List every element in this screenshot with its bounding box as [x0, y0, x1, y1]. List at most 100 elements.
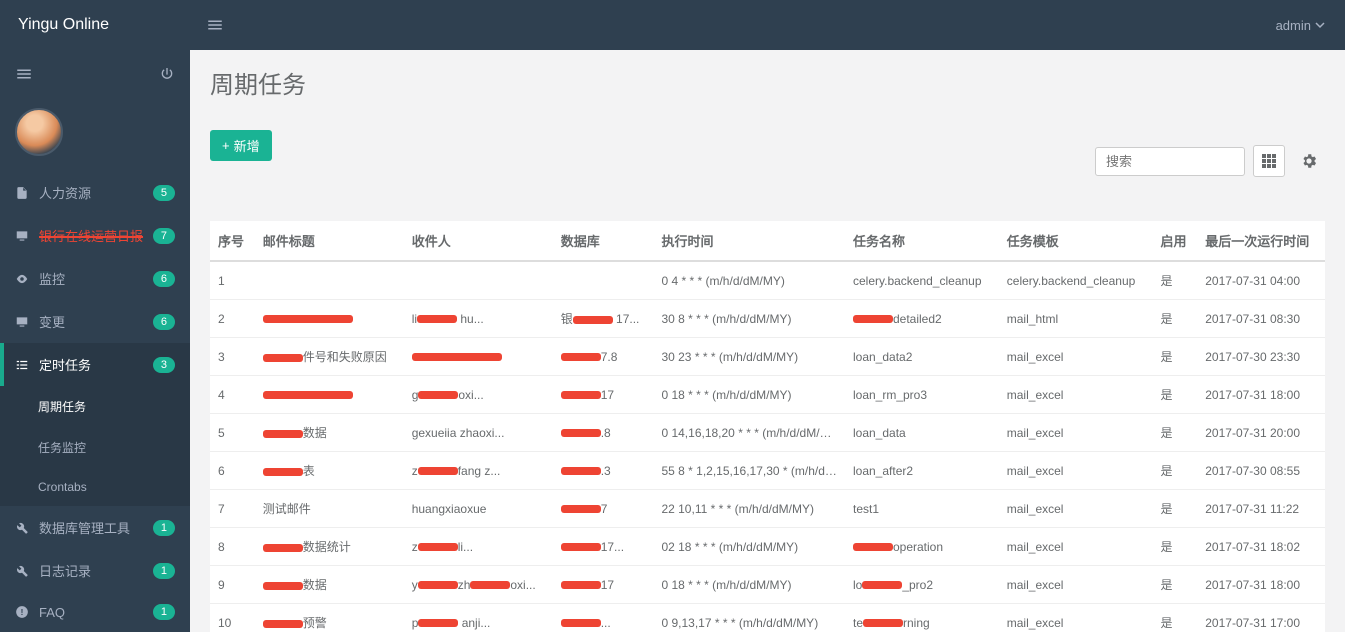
- table-cell: 数据统计: [255, 528, 404, 566]
- sidebar-item-badge: 3: [153, 357, 175, 373]
- table-cell: 30 23 * * * (m/h/d/dM/MY): [653, 338, 845, 376]
- column-header-8[interactable]: 最后一次运行时间: [1197, 221, 1325, 261]
- table-cell: 测试邮件: [255, 490, 404, 528]
- sidebar-item-label: 人力资源: [39, 183, 153, 202]
- table-cell: gexueiia zhaoxi...: [404, 414, 553, 452]
- sidebar-item-label: FAQ: [39, 605, 153, 620]
- monitor-icon: [15, 315, 31, 329]
- table-cell: 是: [1153, 376, 1198, 414]
- column-header-6[interactable]: 任务模板: [999, 221, 1153, 261]
- table-row[interactable]: 1 0 4 * * * (m/h/d/dM/MY) celery.backend_c…: [210, 261, 1325, 300]
- table-row[interactable]: 6表zfang z....355 8 * 1,2,15,16,17,30 * (…: [210, 452, 1325, 490]
- table-cell: test1: [845, 490, 999, 528]
- table-row[interactable]: 7测试邮件huangxiaoxue722 10,11 * * * (m/h/d/…: [210, 490, 1325, 528]
- sidebar-item-6[interactable]: 日志记录1: [0, 549, 190, 592]
- sidebar-item-4[interactable]: 定时任务3: [0, 343, 190, 386]
- table-cell: p anji...: [404, 604, 553, 632]
- table-cell: 6: [210, 452, 255, 490]
- table-cell: 2017-07-30 08:55: [1197, 452, 1325, 490]
- sidebar-item-badge: 7: [153, 228, 175, 244]
- power-icon[interactable]: [159, 66, 175, 82]
- monitor-icon: [15, 229, 31, 243]
- table-cell: 是: [1153, 528, 1198, 566]
- top-navbar: Yingu Online admin: [0, 0, 1345, 50]
- table-cell: lo_pro2: [845, 566, 999, 604]
- table-cell: mail_excel: [999, 452, 1153, 490]
- sidebar-subitem-0[interactable]: 周期任务: [0, 386, 190, 427]
- table-cell: 预警: [255, 604, 404, 632]
- table-cell: 数据: [255, 566, 404, 604]
- table-cell: 2017-07-31 11:22: [1197, 490, 1325, 528]
- table-cell: 3: [210, 338, 255, 376]
- add-button[interactable]: + 新增: [210, 130, 272, 161]
- table-cell: ...: [553, 604, 654, 632]
- sidebar-item-badge: 6: [153, 271, 175, 287]
- table-cell: goxi...: [404, 376, 553, 414]
- table-row[interactable]: 9数据yzhoxi...170 18 * * * (m/h/d/dM/MY)lo…: [210, 566, 1325, 604]
- table-cell: 银 17...: [553, 300, 654, 338]
- table-cell: [404, 338, 553, 376]
- eye-icon: [15, 272, 31, 286]
- search-input[interactable]: [1095, 147, 1245, 176]
- wrench-icon: [15, 564, 31, 578]
- table-row[interactable]: 2li hu...银 17...30 8 * * * (m/h/d/dM/MY)…: [210, 300, 1325, 338]
- sidebar-toggle-icon[interactable]: [15, 65, 33, 83]
- brand[interactable]: Yingu Online: [0, 0, 190, 50]
- table-row[interactable]: 5数据gexueiia zhaoxi....80 14,16,18,20 * *…: [210, 414, 1325, 452]
- table-row[interactable]: 4goxi...170 18 * * * (m/h/d/dM/MY)loan_r…: [210, 376, 1325, 414]
- sidebar-item-2[interactable]: 监控6: [0, 257, 190, 300]
- data-table: 序号邮件标题收件人数据库执行时间任务名称任务模板启用最后一次运行时间 1 0 4 …: [210, 221, 1325, 632]
- svg-text:!: !: [21, 608, 24, 617]
- table-cell: 2017-07-31 04:00: [1197, 261, 1325, 300]
- table-cell: 2017-07-31 18:00: [1197, 566, 1325, 604]
- table-cell: terning: [845, 604, 999, 632]
- sidebar-item-badge: 1: [153, 563, 175, 579]
- table-row[interactable]: 10预警p anji......0 9,13,17 * * * (m/h/d/d…: [210, 604, 1325, 632]
- sidebar-subitem-1[interactable]: 任务监控: [0, 427, 190, 468]
- table-cell: mail_excel: [999, 604, 1153, 632]
- table-cell: 30 8 * * * (m/h/d/dM/MY): [653, 300, 845, 338]
- user-menu[interactable]: admin: [1256, 18, 1345, 33]
- menu-toggle-icon[interactable]: [190, 0, 240, 50]
- column-header-4[interactable]: 执行时间: [653, 221, 845, 261]
- table-cell: 4: [210, 376, 255, 414]
- sidebar-item-7[interactable]: ! FAQ1: [0, 592, 190, 632]
- table-cell: celery.backend_cleanup: [999, 261, 1153, 300]
- table-cell: 1: [210, 261, 255, 300]
- table-cell: 17...: [553, 528, 654, 566]
- sidebar-item-badge: 1: [153, 520, 175, 536]
- wrench-icon: [15, 521, 31, 535]
- sidebar: 人力资源5银行在线运营日报7监控6变更6定时任务3周期任务任务监控Crontab…: [0, 50, 190, 632]
- column-header-0[interactable]: 序号: [210, 221, 255, 261]
- sidebar-item-label: 日志记录: [39, 561, 153, 580]
- column-header-5[interactable]: 任务名称: [845, 221, 999, 261]
- table-cell: 是: [1153, 604, 1198, 632]
- sidebar-subitem-2[interactable]: Crontabs: [0, 468, 190, 506]
- table-cell: mail_excel: [999, 414, 1153, 452]
- sidebar-item-badge: 1: [153, 604, 175, 620]
- table-cell: [255, 376, 404, 414]
- avatar[interactable]: [15, 108, 63, 156]
- table-cell: 7: [210, 490, 255, 528]
- sidebar-item-3[interactable]: 变更6: [0, 300, 190, 343]
- info-icon: !: [15, 605, 31, 619]
- column-header-3[interactable]: 数据库: [553, 221, 654, 261]
- table-cell: 0 4 * * * (m/h/d/dM/MY): [653, 261, 845, 300]
- table-cell: 件号和失败原因: [255, 338, 404, 376]
- column-header-1[interactable]: 邮件标题: [255, 221, 404, 261]
- sidebar-item-5[interactable]: 数据库管理工具1: [0, 506, 190, 549]
- column-header-7[interactable]: 启用: [1153, 221, 1198, 261]
- table-cell: 2017-07-31 17:00: [1197, 604, 1325, 632]
- table-cell: mail_excel: [999, 490, 1153, 528]
- table-cell: 是: [1153, 414, 1198, 452]
- page-title: 周期任务: [210, 65, 1325, 100]
- table-row[interactable]: 8数据统计zli...17...02 18 * * * (m/h/d/dM/MY…: [210, 528, 1325, 566]
- gear-icon: [1300, 152, 1318, 170]
- table-row[interactable]: 3件号和失败原因7.830 23 * * * (m/h/d/dM/MY)loan…: [210, 338, 1325, 376]
- sidebar-item-0[interactable]: 人力资源5: [0, 171, 190, 214]
- column-header-2[interactable]: 收件人: [404, 221, 553, 261]
- columns-toggle-button[interactable]: [1253, 145, 1285, 177]
- table-cell: 0 18 * * * (m/h/d/dM/MY): [653, 376, 845, 414]
- settings-button[interactable]: [1293, 145, 1325, 177]
- sidebar-item-1[interactable]: 银行在线运营日报7: [0, 214, 190, 257]
